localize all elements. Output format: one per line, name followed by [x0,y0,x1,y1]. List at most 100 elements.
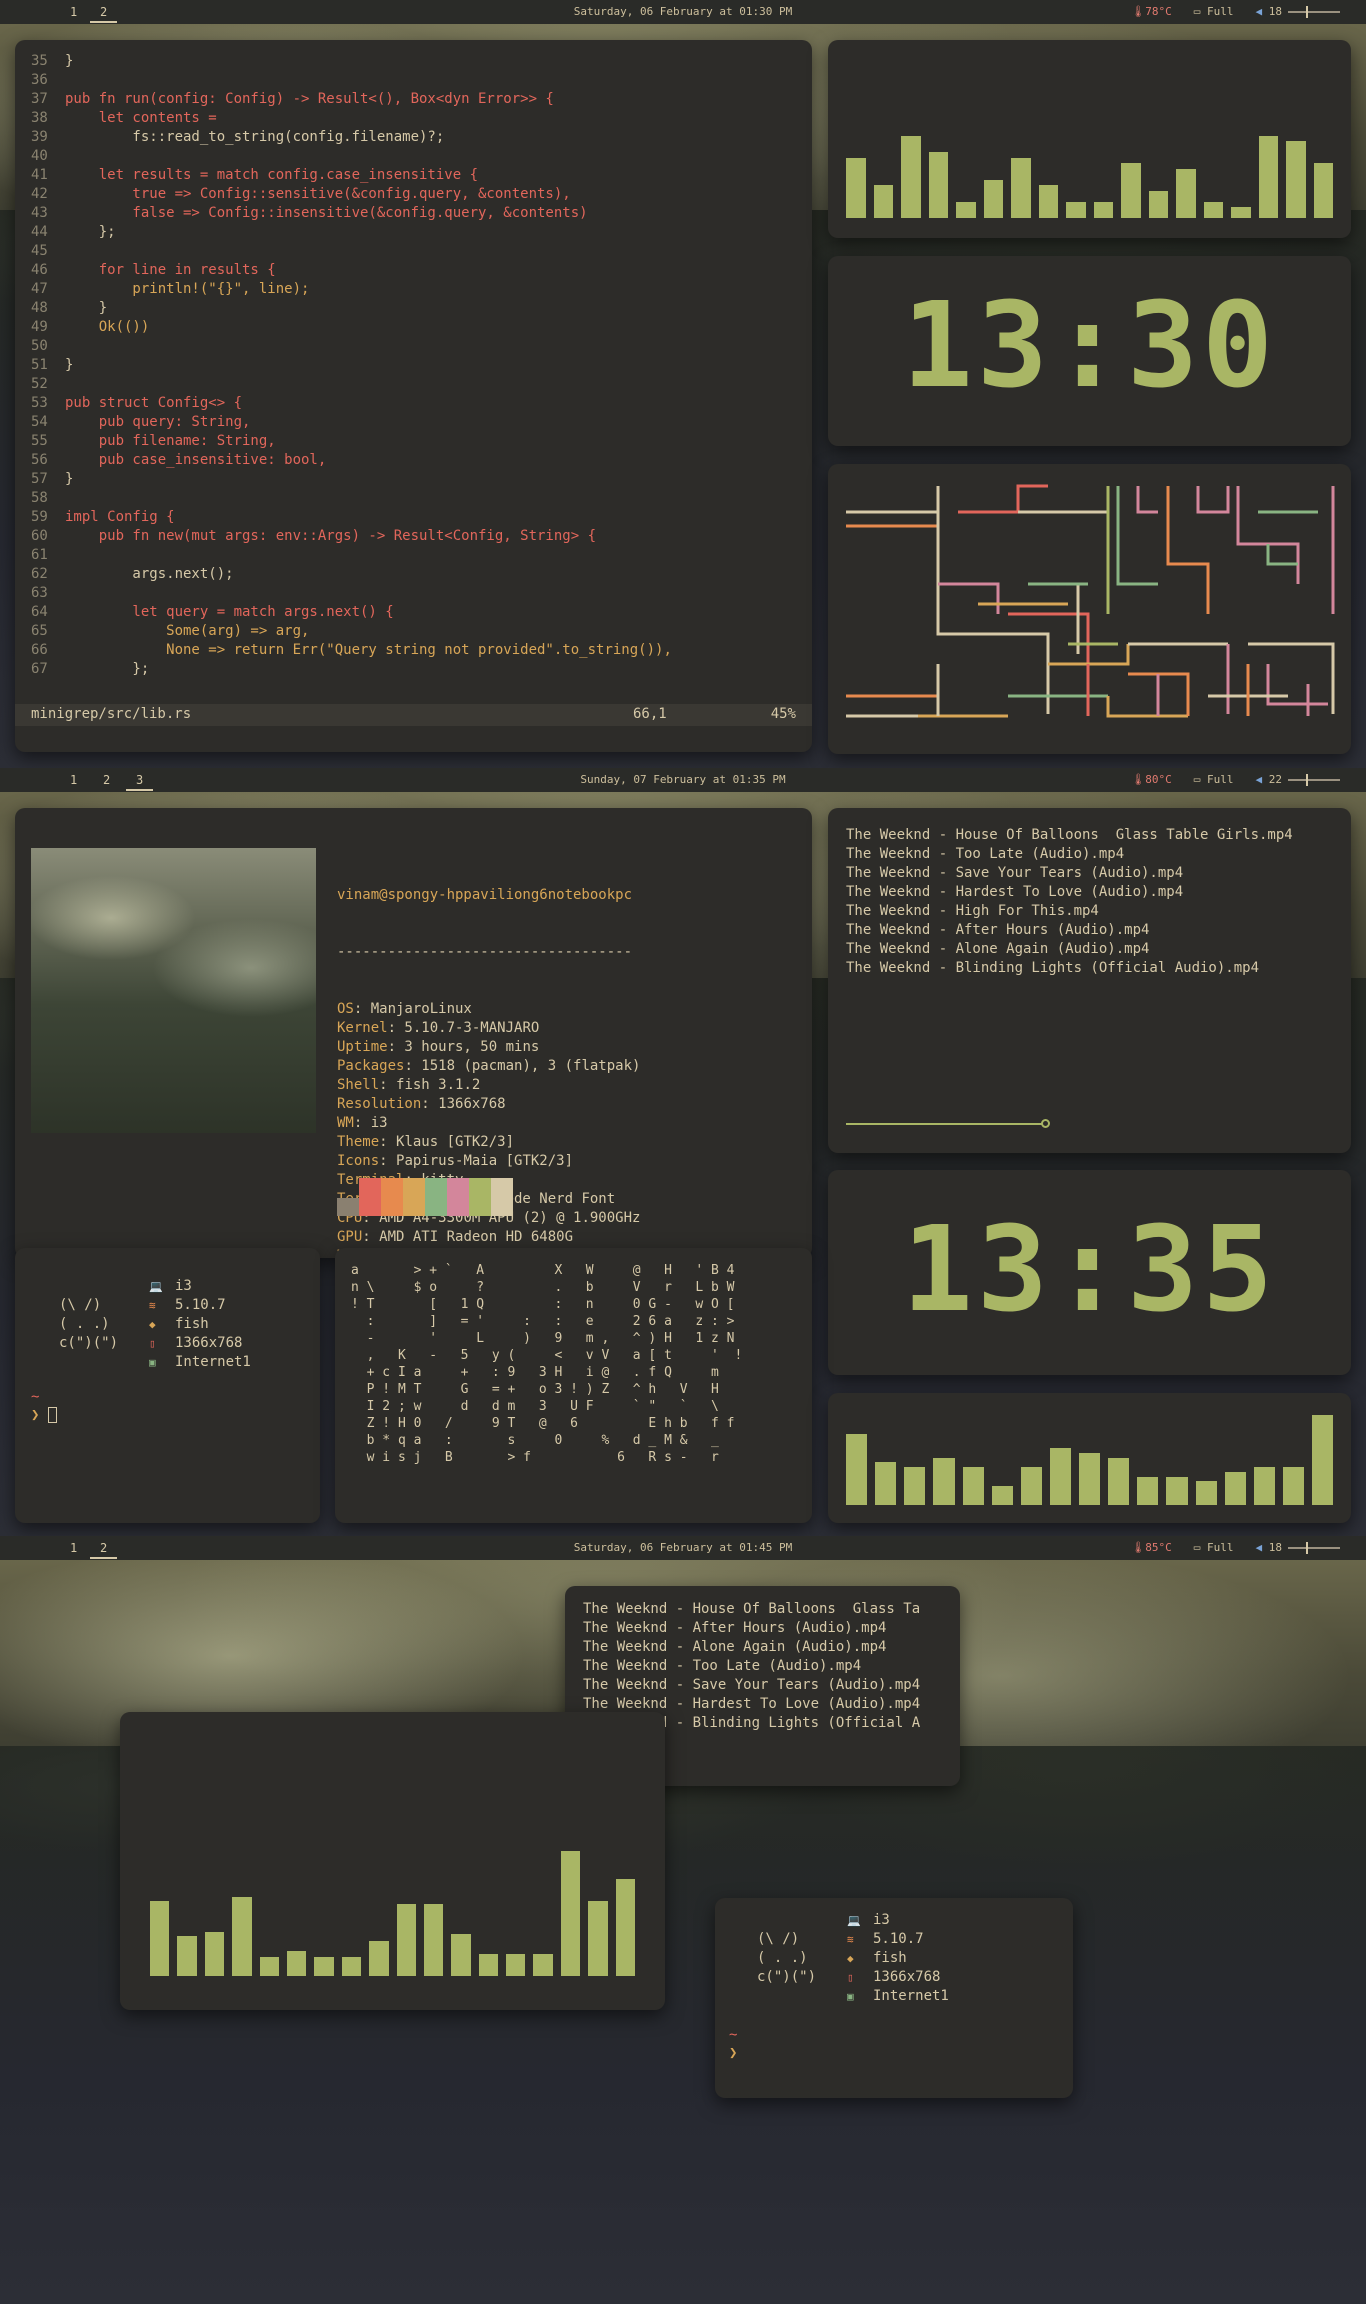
code-line[interactable]: 43 false => Config::insensitive(&config.… [31,204,812,223]
playlist-item[interactable]: The Weeknd - High For This.mp4 [846,902,1333,921]
volume[interactable]: ◀ 18 [1256,1541,1340,1554]
code-line[interactable]: 55 pub filename: String, [31,432,812,451]
visualizer-bar [962,1467,984,1505]
line-text: let results = match config.case_insensit… [65,167,479,183]
visualizer-bar [341,1957,362,1976]
matrix-row: , K - 5 y ( < v V a [ t ' ! [351,1348,743,1363]
visualizer-bar [478,1953,499,1976]
line-number: 49 [31,319,48,335]
code-line[interactable]: 57} [31,470,812,489]
prompt-tilde: ~ [729,2027,738,2043]
code-line[interactable]: 38 let contents = [31,109,812,128]
clock: 13:30 [901,276,1278,414]
code-line[interactable]: 54 pub query: String, [31,413,812,432]
code-line[interactable]: 40 [31,147,812,166]
playlist-item[interactable]: The Weeknd - Save Your Tears (Audio).mp4 [583,1676,942,1695]
editor-window[interactable]: 35} 36 37 pub fn run(config: Config) -> Res… [15,40,812,752]
matrix-row: n \ $ o ? . b V r L b W [351,1280,735,1295]
volume[interactable]: ◀ 18 [1256,5,1340,18]
color-swatch [359,1178,381,1216]
code-line[interactable]: 56 pub case_insensitive: bool, [31,451,812,470]
volume-slider[interactable] [1288,6,1340,18]
playlist-item[interactable]: The Weeknd - Too Late (Audio).mp4 [583,1657,942,1676]
info-value: : fish 3.1.2 [379,1077,481,1093]
mini-row: ▣ Internet1 [847,1987,949,2006]
code-line[interactable]: 52 [31,375,812,394]
playlist[interactable]: The Weeknd - House Of Balloons Glass Tab… [828,808,1351,996]
code-line[interactable]: 53 pub struct Config<> { [31,394,812,413]
visualizer-window [828,1393,1351,1523]
code-line[interactable]: 36 [31,71,812,90]
line-text: pub case_insensitive: bool, [65,452,327,468]
code-line[interactable]: 66 None => return Err("Query string not … [31,641,812,660]
prompt[interactable]: ❯ [729,2044,737,2063]
code-line[interactable]: 45 [31,242,812,261]
minifetch-window[interactable]: (\ /) ( . .) c(")(") 💻 i3 ≋ 5.10.7 ◆ fish ▯ 1366x… [715,1898,1073,2098]
code-line[interactable]: 64 let query = match args.next() { [31,603,812,622]
line-number: 52 [31,376,48,392]
playlist-item[interactable]: The Weeknd - Hardest To Love (Audio).mp4 [846,883,1333,902]
volume-slider[interactable] [1288,774,1340,786]
code-line[interactable]: 49 Ok(()) [31,318,812,337]
visualizer-bar [259,1957,279,1976]
playlist-item[interactable]: The Weeknd - Alone Again (Audio).mp4 [846,940,1333,959]
line-number: 55 [31,433,48,449]
playlist-window[interactable]: The Weeknd - House Of Balloons Glass Tab… [828,808,1351,1153]
code-line[interactable]: 41 let results = match config.case_insen… [31,166,812,185]
code-view[interactable]: 35} 36 37 pub fn run(config: Config) -> Res… [15,40,812,679]
playlist-item[interactable]: The Weeknd - House Of Balloons Glass Ta [583,1600,942,1619]
visualizer-bar [1176,168,1196,218]
code-line[interactable]: 48 } [31,299,812,318]
code-line[interactable]: 44 }; [31,223,812,242]
code-line[interactable]: 61 [31,546,812,565]
speaker-icon: ◀ [1255,773,1263,786]
code-line[interactable]: 37 pub fn run(config: Config) -> Result<(… [31,90,812,109]
line-text: None => return Err("Query string not pro… [65,642,672,658]
network-icon: ▣ [149,1356,156,1369]
code-line[interactable]: 46 for line in results { [31,261,812,280]
code-line[interactable]: 50 [31,337,812,356]
prompt[interactable]: ❯ [31,1406,57,1425]
playlist-item[interactable]: The Weeknd - Alone Again (Audio).mp4 [583,1638,942,1657]
code-line[interactable]: 65 Some(arg) => arg, [31,622,812,641]
playlist-item[interactable]: The Weeknd - Save Your Tears (Audio).mp4 [846,864,1333,883]
playlist-item[interactable]: The Weeknd - After Hours (Audio).mp4 [846,921,1333,940]
code-line[interactable]: 59 impl Config { [31,508,812,527]
code-line[interactable]: 51} [31,356,812,375]
line-number: 56 [31,452,48,468]
minifetch-window[interactable]: (\ /) ( . .) c(")(") 💻 i3 ≋ 5.10.7 ◆ fish ▯ 1366x… [15,1248,320,1523]
code-line[interactable]: 47 println!("{}", line); [31,280,812,299]
playback-progress[interactable] [846,1119,1050,1128]
code-line[interactable]: 39 fs::read_to_string(config.filename)?; [31,128,812,147]
line-text: pub fn new(mut args: env::Args) -> Resul… [65,528,597,544]
battery: ▭ Full [1193,1541,1234,1554]
info-key: Uptime [337,1039,388,1055]
line-number: 59 [31,509,48,525]
line-number: 47 [31,281,48,297]
mini-row: ▯ 1366x768 [149,1334,251,1353]
code-line[interactable]: 35} [31,52,812,71]
code-line[interactable]: 42 true => Config::sensitive(&config.que… [31,185,812,204]
info-key: Shell [337,1077,380,1093]
visualizer-bar [1203,201,1223,218]
forest-thumbnail [31,848,316,1133]
code-line[interactable]: 62 args.next(); [31,565,812,584]
playlist-item[interactable]: The Weeknd - After Hours (Audio).mp4 [583,1619,942,1638]
visualizer-bar [286,1951,307,1976]
mini-row: ▣ Internet1 [149,1353,251,1372]
neofetch-window[interactable]: vinam@spongy-hppaviliong6notebookpc ----… [15,808,812,1258]
info-row: GPU: AMD ATI Radeon HD 6480G [337,1228,640,1247]
volume-slider[interactable] [1288,1542,1340,1554]
code-line[interactable]: 58 [31,489,812,508]
visualizer-bar [314,1957,334,1976]
code-line[interactable]: 67 }; [31,660,812,679]
editor-statusline: minigrep/src/lib.rs 66,1 45% [15,704,812,726]
playlist-item[interactable]: The Weeknd - Too Late (Audio).mp4 [846,845,1333,864]
code-line[interactable]: 60 pub fn new(mut args: env::Args) -> Re… [31,527,812,546]
code-line[interactable]: 63 [31,584,812,603]
visualizer-bar [369,1941,389,1976]
playlist-item[interactable]: The Weeknd - Blinding Lights (Official A… [846,959,1333,978]
playlist-item[interactable]: The Weeknd - House Of Balloons Glass Tab… [846,826,1333,845]
line-text: true => Config::sensitive(&config.query,… [65,186,571,202]
volume[interactable]: ◀ 22 [1255,773,1340,786]
